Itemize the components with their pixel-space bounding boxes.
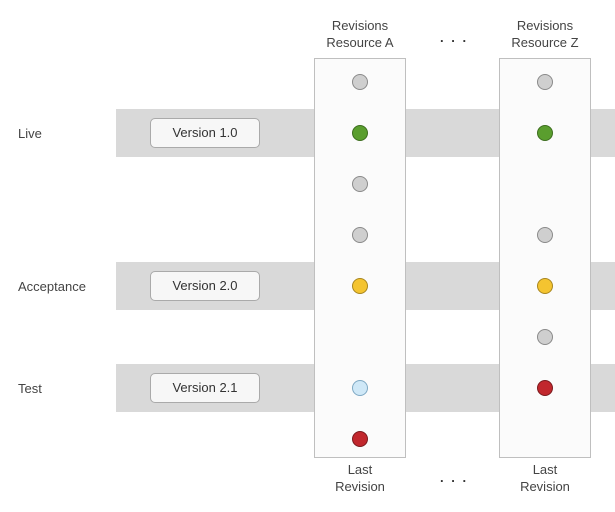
revision-dot-a-2	[352, 125, 368, 141]
footer-label-a: Last Revision	[330, 462, 390, 496]
revision-dot-z-3	[537, 227, 553, 243]
column-header-a: Revisions Resource A	[310, 18, 410, 52]
revision-dot-z-5	[537, 329, 553, 345]
revision-dot-z-6	[537, 380, 553, 396]
column-header-z: Revisions Resource Z	[495, 18, 595, 52]
column-box-z	[499, 58, 591, 458]
revision-dot-z-4	[537, 278, 553, 294]
column-box-a	[314, 58, 406, 458]
revision-dot-a-1	[352, 74, 368, 90]
diagram-container: Revisions Resource A . . . Revisions Res…	[0, 0, 615, 512]
revision-dot-z-2	[537, 125, 553, 141]
revision-dot-z-1	[537, 74, 553, 90]
footer-label-a-line2: Revision	[335, 479, 385, 494]
revision-dot-a-6	[352, 380, 368, 396]
env-label-test: Test	[18, 381, 42, 396]
footer-label-a-line1: Last	[348, 462, 373, 477]
revision-dot-a-3	[352, 176, 368, 192]
version-badge-test: Version 2.1	[150, 373, 260, 403]
version-badge-acceptance: Version 2.0	[150, 271, 260, 301]
env-label-live: Live	[18, 126, 42, 141]
column-header-z-line1: Revisions	[517, 18, 573, 33]
footer-label-z-line2: Revision	[520, 479, 570, 494]
revision-dot-a-5	[352, 278, 368, 294]
column-header-a-line1: Revisions	[332, 18, 388, 33]
ellipsis-bottom: . . .	[440, 470, 468, 485]
column-header-z-line2: Resource Z	[511, 35, 578, 50]
footer-label-z: Last Revision	[515, 462, 575, 496]
footer-label-z-line1: Last	[533, 462, 558, 477]
ellipsis-top: . . .	[440, 30, 468, 45]
version-badge-live: Version 1.0	[150, 118, 260, 148]
env-label-acceptance: Acceptance	[18, 279, 86, 294]
column-header-a-line2: Resource A	[326, 35, 393, 50]
revision-dot-a-4	[352, 227, 368, 243]
revision-dot-a-7	[352, 431, 368, 447]
